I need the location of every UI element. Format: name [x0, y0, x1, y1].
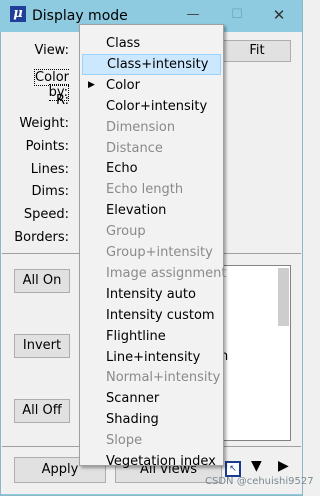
menu-item: Image assignment — [106, 265, 227, 281]
menu-item: Slope — [106, 433, 143, 449]
app-icon: μ — [10, 6, 26, 22]
menu-item: Dimension — [106, 119, 176, 135]
maximize-button[interactable]: ☐ — [222, 4, 252, 26]
menu-item[interactable]: Intensity custom — [82, 305, 221, 326]
watermark: CSDN @cehuishi9527 — [205, 476, 314, 487]
menu-item[interactable]: Intensity auto — [82, 284, 221, 305]
right-arrow-icon[interactable]: ▶ — [278, 458, 289, 474]
menu-item: Group+intensity — [106, 245, 213, 260]
speed-label: Speed: — [23, 207, 69, 222]
menu-item: Echo length — [106, 182, 184, 198]
menu-item[interactable]: Shading — [82, 409, 221, 430]
menu-item[interactable]: Vegetation index — [82, 451, 221, 472]
borders-label: Borders: — [14, 230, 69, 245]
menu-item[interactable]: Line+intensity — [82, 347, 221, 368]
menu-item[interactable]: Flightline — [82, 326, 221, 347]
menu-item[interactable]: Class — [82, 33, 221, 54]
invert-button[interactable]: Invert — [14, 334, 70, 358]
view-label: View: — [34, 43, 69, 58]
down-arrow-icon[interactable]: ▼ — [251, 458, 262, 474]
close-button[interactable]: ✕ — [262, 4, 296, 26]
all-on-button[interactable]: All On — [14, 269, 70, 293]
weight-label: Weight: — [19, 116, 69, 131]
r-label: R: — [55, 93, 69, 108]
window-title: Display mode — [32, 8, 128, 24]
menu-item[interactable]: Color+intensity — [82, 96, 221, 117]
lines-label: Lines: — [30, 162, 69, 177]
menu-item: Normal+intensity — [106, 370, 221, 386]
dims-label: Dims: — [31, 184, 69, 199]
listbox-scrollbar[interactable] — [278, 268, 289, 326]
menu-item[interactable]: Color — [82, 75, 221, 96]
menu-item[interactable]: Elevation — [82, 200, 221, 221]
menu-item: Group — [106, 224, 146, 240]
display-tool-icon[interactable]: ↖ — [225, 461, 241, 477]
color-by-dropdown-menu: ▶ Class Class+intensity Color Color+intensi… — [79, 24, 227, 469]
menu-item[interactable]: Echo — [82, 158, 221, 179]
fit-button[interactable]: Fit — [223, 40, 291, 62]
points-label: Points: — [25, 139, 69, 154]
menu-item[interactable]: Class+intensity — [82, 53, 221, 75]
minimize-button[interactable]: — — [178, 4, 208, 26]
menu-item: Distance — [106, 140, 163, 156]
menu-item[interactable]: Scanner — [82, 388, 221, 409]
all-off-button[interactable]: All Off — [14, 399, 70, 423]
